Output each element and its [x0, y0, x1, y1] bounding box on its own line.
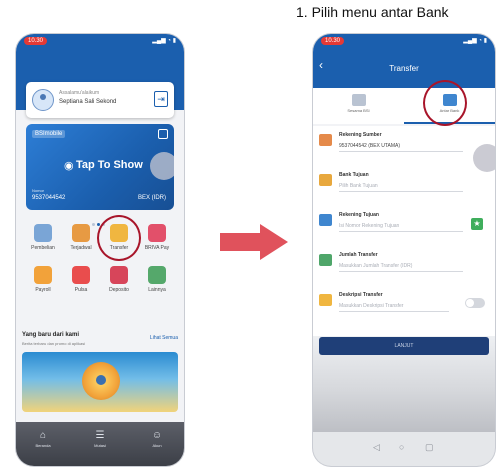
- profile-icon: ☺: [151, 430, 163, 441]
- touch-indicator: [150, 152, 174, 180]
- nav-label: Akun: [152, 443, 162, 448]
- system-back-icon[interactable]: ◁: [373, 442, 380, 453]
- avatar[interactable]: [32, 89, 54, 111]
- menu-label: Lainnya: [148, 287, 166, 293]
- logout-icon[interactable]: ⇥: [154, 91, 168, 107]
- money-icon: [319, 254, 332, 266]
- field-label: Bank Tujuan: [339, 172, 369, 178]
- notes-icon: [319, 294, 332, 306]
- menu-item-pembelian[interactable]: Pembelian: [24, 222, 62, 260]
- field-label: Deskripsi Transfer: [339, 292, 383, 298]
- nav-item-akun[interactable]: ☺ Akun: [142, 430, 172, 448]
- transfer-form: Rekening Sumber 9537044542 (BEX UTAMA) B…: [313, 126, 495, 336]
- bank-logo: BSImobile: [32, 130, 66, 138]
- account-number-label: Nomor: [32, 188, 45, 193]
- menu-label: Pulsa: [74, 287, 88, 293]
- menu-item-lainnya[interactable]: Lainnya: [138, 264, 176, 302]
- signal-wifi-battery-icon: ▂▄▆ ◔ ▮: [152, 38, 176, 44]
- account-currency: BEX (IDR): [137, 195, 166, 201]
- menu-label: Terjadwal: [70, 245, 92, 251]
- menu-item-deposito[interactable]: Deposito: [100, 264, 138, 302]
- nav-label: Mutasi: [94, 443, 106, 448]
- mutation-icon: ☰: [95, 430, 105, 441]
- promo-title: Yang baru dari kami: [22, 332, 80, 338]
- briva-icon: [148, 224, 166, 242]
- source-account-value[interactable]: 9537044542 (BEX UTAMA): [339, 142, 463, 152]
- field-jumlah-transfer[interactable]: Jumlah Transfer Masukkan Jumlah Transfer…: [319, 250, 489, 288]
- nav-item-beranda[interactable]: ⌂ Beranda: [28, 430, 58, 448]
- field-rekening-tujuan[interactable]: Rekening Tujuan Isi Nomor Rekening Tujua…: [319, 210, 489, 248]
- menu-label: Deposito: [109, 287, 129, 293]
- next-button[interactable]: LANJUT: [319, 337, 489, 355]
- right-arrow-icon: [220, 224, 288, 260]
- promo-logo-mark: [96, 375, 106, 385]
- welcome-card: Assalamu'alaikum Septiana Sali Sekond ⇥: [26, 82, 174, 118]
- field-label: Jumlah Transfer: [339, 252, 378, 258]
- menu-grid: Pembelian Terjadwal Transfer BRIVA Pay P…: [24, 215, 176, 302]
- account-card-icon: [319, 214, 332, 226]
- tap-to-show-label[interactable]: Tap To Show: [76, 159, 143, 171]
- promo-see-all-link[interactable]: Lihat Semua: [150, 335, 178, 341]
- status-time: 10.30: [321, 37, 345, 45]
- status-bar: 10.30 ▂▄▆ ◔ ▮: [16, 34, 184, 50]
- tab-sesama-bsi[interactable]: Sesama BSI: [313, 88, 404, 124]
- bank-icon: [319, 174, 332, 186]
- account-card[interactable]: BSImobile ◉ Tap To Show Nomor 9537044542…: [26, 124, 174, 210]
- description-input[interactable]: Masukkan Deskripsi Transfer: [339, 302, 449, 312]
- account-number: 9537044542: [32, 195, 66, 201]
- nav-label: Beranda: [35, 443, 51, 448]
- description-toggle[interactable]: [465, 298, 485, 308]
- menu-label: Pembelian: [31, 245, 55, 251]
- user-name: Septiana Sali Sekond: [59, 99, 117, 105]
- tab-label: Sesama BSI: [347, 108, 370, 113]
- phone-credit-icon: [72, 266, 90, 284]
- touch-indicator: [473, 144, 495, 172]
- transfer-highlight-ring: [97, 215, 141, 261]
- system-navigation-bar: ◁ ○ ▢: [313, 432, 495, 466]
- system-home-icon[interactable]: ○: [399, 442, 404, 452]
- nav-item-mutasi[interactable]: ☰ Mutasi: [85, 430, 115, 448]
- menu-item-briva[interactable]: BRIVA Pay: [138, 222, 176, 260]
- home-icon: ⌂: [39, 430, 47, 441]
- welcome-label: Assalamu'alaikum: [59, 90, 100, 96]
- favorite-contact-icon[interactable]: ★: [471, 218, 483, 230]
- deposit-icon: [110, 266, 128, 284]
- home-screen-phone: 10.30 ▂▄▆ ◔ ▮ Assalamu'alaikum Septiana …: [16, 34, 184, 466]
- menu-item-terjadwal[interactable]: Terjadwal: [62, 222, 100, 260]
- payroll-icon: [34, 266, 52, 284]
- status-bar: 10.30 ▂▄▆ ◔ ▮: [313, 34, 495, 50]
- destination-account-input[interactable]: Isi Nomor Rekening Tujuan: [339, 222, 463, 232]
- same-bank-icon: [351, 94, 366, 106]
- instruction-caption: 1. Pilih menu antar Bank: [296, 4, 449, 20]
- field-rekening-sumber[interactable]: Rekening Sumber 9537044542 (BEX UTAMA): [319, 130, 489, 168]
- menu-label: BRIVA Pay: [144, 245, 170, 251]
- card-menu-icon[interactable]: [158, 129, 168, 139]
- purchase-icon: [34, 224, 52, 242]
- status-time: 10.30: [24, 37, 48, 45]
- menu-item-payroll[interactable]: Payroll: [24, 264, 62, 302]
- field-deskripsi-transfer[interactable]: Deskripsi Transfer Masukkan Deskripsi Tr…: [319, 290, 489, 328]
- amount-input[interactable]: Masukkan Jumlah Transfer (IDR): [339, 262, 463, 272]
- transfer-screen-phone: 10.30 ▂▄▆ ◔ ▮ ‹ Transfer Sesama BSI Anta…: [313, 34, 495, 466]
- eye-icon: ◉: [64, 160, 74, 172]
- field-label: Rekening Sumber: [339, 132, 382, 138]
- screen-title: Transfer: [389, 64, 419, 73]
- antar-bank-highlight-ring: [423, 80, 467, 126]
- bottom-navigation: ⌂ Beranda ☰ Mutasi ☺ Akun: [16, 422, 184, 466]
- promo-subtitle: Berita terbaru dan promo di aplikasi: [22, 341, 86, 346]
- menu-item-pulsa[interactable]: Pulsa: [62, 264, 100, 302]
- promo-banner[interactable]: [22, 352, 178, 412]
- destination-bank-select[interactable]: Pilih Bank Tujuan: [339, 182, 463, 192]
- field-label: Rekening Tujuan: [339, 212, 379, 218]
- more-icon: [148, 266, 166, 284]
- signal-wifi-battery-icon: ▂▄▆ ◔ ▮: [463, 38, 487, 44]
- menu-label: Payroll: [35, 287, 51, 293]
- field-bank-tujuan[interactable]: Bank Tujuan Pilih Bank Tujuan: [319, 170, 489, 208]
- schedule-icon: [72, 224, 90, 242]
- wallet-icon: [319, 134, 332, 146]
- system-recents-icon[interactable]: ▢: [425, 442, 434, 453]
